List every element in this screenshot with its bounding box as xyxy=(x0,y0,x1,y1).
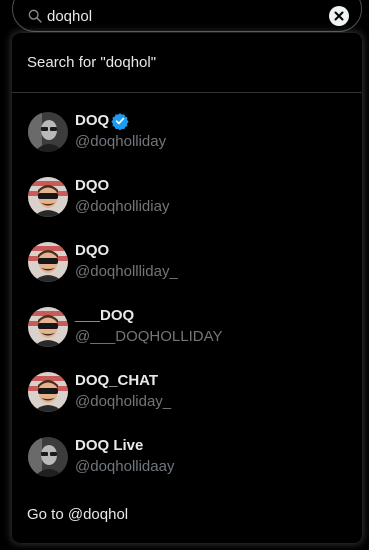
user-handle: @doqhollidiay xyxy=(75,198,170,215)
search-bar[interactable] xyxy=(12,0,362,32)
verified-badge-icon xyxy=(111,113,129,130)
user-handle: @doqhollidaay xyxy=(75,458,175,475)
display-name: DOQ xyxy=(75,112,110,129)
display-name: DOQ Live xyxy=(75,437,144,454)
user-handle: @doqholliday xyxy=(75,133,167,150)
go-to-user-link[interactable]: Go to @doqhol xyxy=(12,499,362,529)
user-result[interactable]: DOQ @doqholliday xyxy=(12,99,362,164)
avatar xyxy=(28,436,68,477)
display-name: DQO xyxy=(75,242,110,259)
display-name: ___DOQ xyxy=(75,307,135,324)
avatar xyxy=(28,176,68,217)
user-result[interactable]: DOQ Live @doqhollidaay xyxy=(12,424,362,489)
avatar xyxy=(28,371,68,412)
avatar xyxy=(28,241,68,282)
display-name: DOQ_CHAT xyxy=(75,372,159,389)
avatar xyxy=(28,111,68,152)
user-result[interactable]: ___DOQ @___DOQHOLLIDAY xyxy=(12,294,362,359)
user-handle: @doqholiday_ xyxy=(75,393,172,410)
search-input[interactable] xyxy=(47,7,329,25)
search-suggestions-dropdown: Search for "doqhol" DOQ @doqholliday DQO… xyxy=(12,33,362,543)
search-for-query[interactable]: Search for "doqhol" xyxy=(12,33,362,92)
user-result[interactable]: DOQ_CHAT @doqholiday_ xyxy=(12,359,362,424)
close-icon xyxy=(334,11,344,21)
search-icon xyxy=(28,9,42,23)
user-handle: @doqhollliday_ xyxy=(75,263,178,280)
search-page: Search for "doqhol" DOQ xyxy=(0,0,369,550)
display-name: DQO xyxy=(75,177,110,194)
user-result[interactable]: DQO @doqhollidiay xyxy=(12,164,362,229)
user-handle: @___DOQHOLLIDAY xyxy=(75,328,223,345)
user-result[interactable]: DQO @doqhollliday_ xyxy=(12,229,362,294)
user-results-list: DOQ @doqholliday DQO @doqhollidiay DQO @… xyxy=(12,93,362,489)
avatar xyxy=(28,306,68,347)
clear-search-button[interactable] xyxy=(329,6,349,26)
